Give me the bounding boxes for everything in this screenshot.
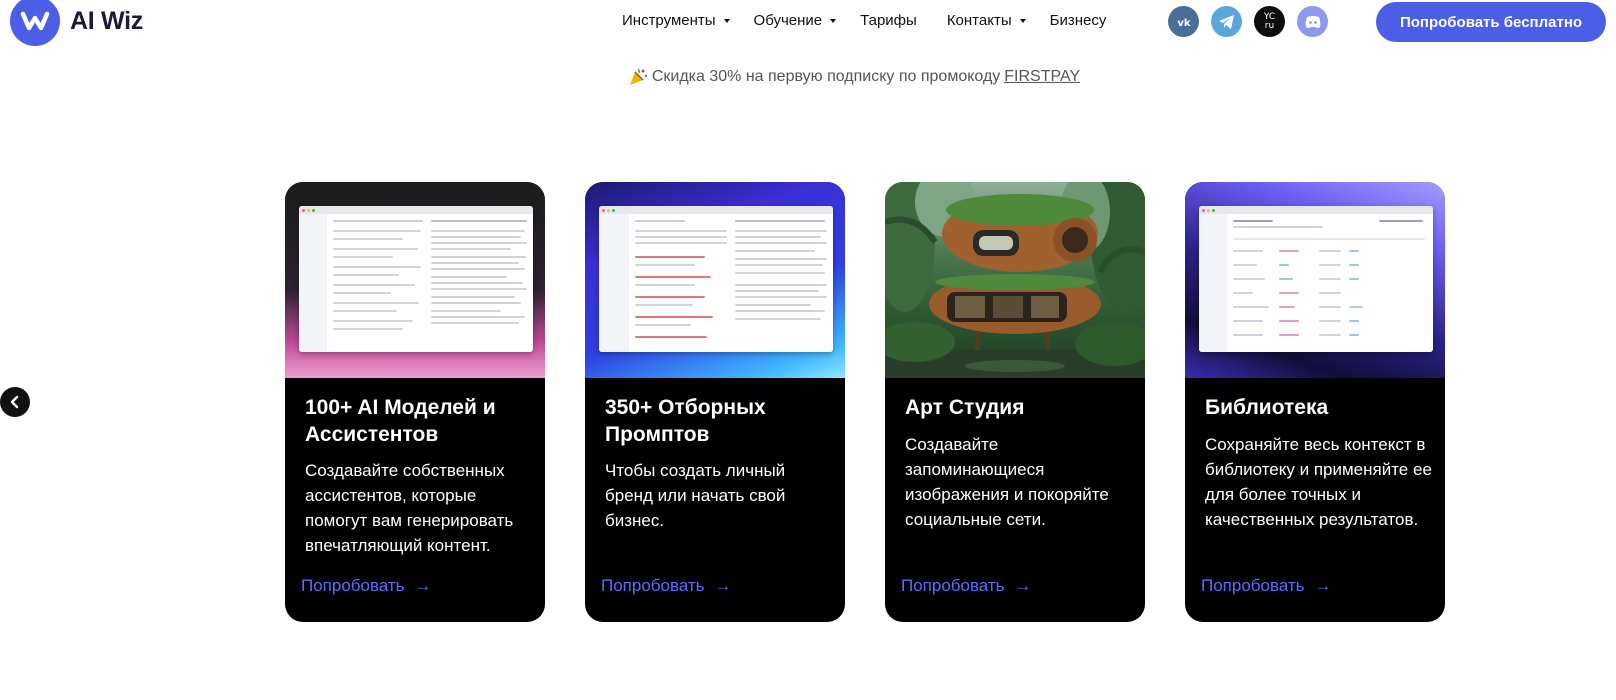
feature-card-prompts: 350+ Отборных Промптов Чтобы создать лич…	[585, 182, 845, 622]
site-header: AI Wiz Инструменты Обучение Тарифы Конта…	[0, 0, 1616, 46]
try-free-button[interactable]: Попробовать бесплатно	[1376, 2, 1606, 42]
arrow-right-icon: →	[1014, 576, 1032, 595]
vk-icon[interactable]: vk	[1168, 6, 1199, 37]
card-title: 100+ AI Моделей и Ассистентов	[305, 396, 496, 446]
card-description: Создавайте собственных ассистентов, кото…	[305, 461, 514, 555]
card-try-link[interactable]: Попробовать →	[301, 576, 432, 596]
nav-item-business[interactable]: Бизнесу	[1050, 12, 1107, 29]
chevron-down-icon	[723, 18, 730, 23]
main-nav: Инструменты Обучение Тарифы Контакты Биз…	[622, 12, 1106, 29]
card-try-link[interactable]: Попробовать →	[1201, 576, 1332, 596]
party-popper-icon	[628, 67, 648, 87]
card-image-library	[1185, 182, 1445, 378]
carousel-prev-button[interactable]	[0, 387, 30, 417]
logo[interactable]: AI Wiz	[10, 0, 143, 46]
chevron-left-icon	[10, 395, 19, 409]
card-description: Чтобы создать личный бренд или начать св…	[605, 461, 786, 530]
card-link-label: Попробовать	[301, 576, 405, 595]
nav-item-learning[interactable]: Обучение	[754, 12, 837, 29]
card-try-link[interactable]: Попробовать →	[601, 576, 732, 596]
promo-banner: Скидка 30% на первую подписку по промоко…	[0, 65, 1616, 89]
nav-item-label: Инструменты	[622, 12, 716, 29]
card-link-label: Попробовать	[601, 576, 705, 595]
card-title: 350+ Отборных Промптов	[605, 396, 766, 446]
card-description: Создавайте запоминающиеся изображения и …	[905, 435, 1109, 529]
card-description: Сохраняйте весь контекст в библиотеку и …	[1205, 435, 1432, 529]
chevron-down-icon	[1019, 18, 1026, 23]
card-image-art-studio	[885, 182, 1145, 378]
house-illustration	[885, 182, 1145, 378]
nav-item-label: Бизнесу	[1049, 12, 1107, 29]
arrow-right-icon: →	[1314, 576, 1332, 595]
brand-name: AI Wiz	[70, 6, 143, 35]
card-link-label: Попробовать	[901, 576, 1005, 595]
logo-icon	[10, 0, 60, 46]
chevron-down-icon	[830, 18, 837, 23]
arrow-right-icon: →	[414, 576, 432, 595]
discord-icon[interactable]	[1297, 6, 1328, 37]
promo-code-link[interactable]: FIRSTPAY	[1004, 68, 1080, 86]
social-links: vk YC ru	[1168, 6, 1328, 37]
arrow-right-icon: →	[714, 576, 732, 595]
promo-text: Скидка 30% на первую подписку по промоко…	[651, 68, 1001, 85]
telegram-icon[interactable]	[1211, 6, 1242, 37]
nav-item-contacts[interactable]: Контакты	[947, 12, 1026, 29]
card-image-models	[285, 182, 545, 378]
card-link-label: Попробовать	[1201, 576, 1305, 595]
card-try-link[interactable]: Попробовать →	[901, 576, 1032, 596]
card-title: Арт Студия	[905, 396, 1025, 419]
feature-card-art-studio: Арт Студия Создавайте запоминающиеся изо…	[885, 182, 1145, 622]
nav-item-label: Обучение	[753, 12, 823, 29]
nav-item-label: Контакты	[946, 12, 1012, 29]
nav-item-tools[interactable]: Инструменты	[622, 12, 730, 29]
nav-item-label: Тарифы	[860, 12, 917, 29]
card-title: Библиотека	[1205, 396, 1329, 419]
svg-text:vk: vk	[1177, 18, 1191, 28]
feature-card-library: Библиотека Сохраняйте весь контекст в би…	[1185, 182, 1445, 622]
feature-card-models: 100+ AI Моделей и Ассистентов Создавайте…	[285, 182, 545, 622]
card-image-prompts	[585, 182, 845, 378]
nav-item-pricing[interactable]: Тарифы	[860, 12, 917, 29]
vc-ru-icon[interactable]: YC ru	[1254, 6, 1285, 37]
